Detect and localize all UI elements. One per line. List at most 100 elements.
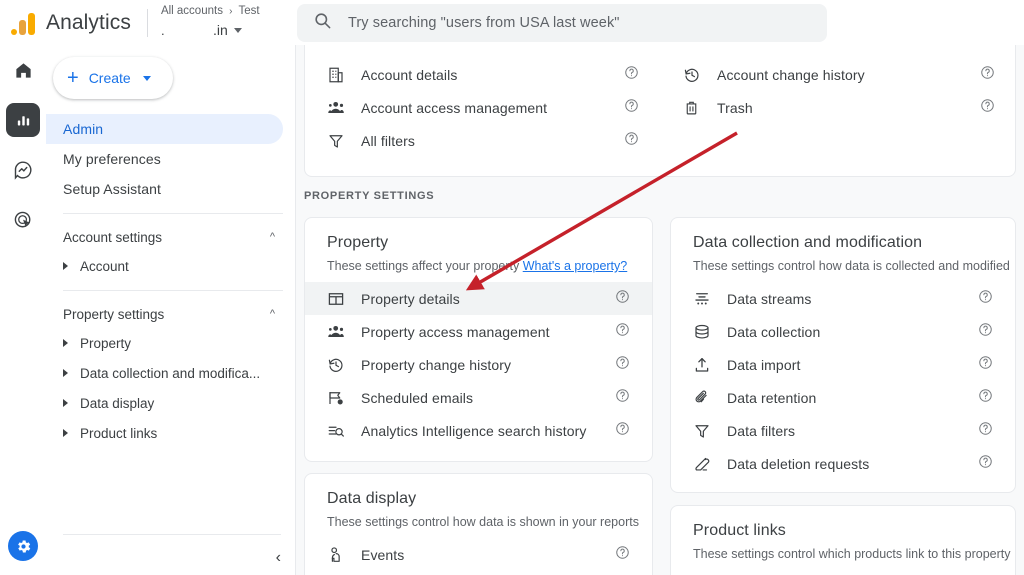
- create-button-label: Create: [89, 70, 131, 86]
- brand-title: Analytics: [46, 11, 147, 35]
- chevron-left-icon: ‹: [276, 549, 281, 566]
- card-subtitle: These settings control which products li…: [671, 540, 1015, 570]
- sidebar-item-product-links[interactable]: Product links: [46, 418, 295, 448]
- create-button[interactable]: + Create: [53, 57, 173, 99]
- help-icon[interactable]: [615, 355, 630, 375]
- help-icon[interactable]: [615, 289, 630, 309]
- property-selector-value[interactable]: . .in: [161, 22, 291, 38]
- help-icon[interactable]: [978, 454, 993, 474]
- row-property-details[interactable]: Property details: [305, 282, 652, 315]
- sidebar-item-label: Data collection and modifica...: [80, 366, 260, 381]
- row-label: All filters: [361, 133, 624, 149]
- row-label: Data retention: [727, 390, 978, 406]
- sidebar-bottom-divider: [63, 534, 281, 535]
- home-icon: [14, 61, 33, 80]
- help-icon[interactable]: [978, 421, 993, 441]
- chevron-right-icon: [63, 399, 68, 407]
- row-data-retention[interactable]: Data retention: [671, 381, 1015, 414]
- row-scheduled-emails[interactable]: Scheduled emails: [305, 381, 652, 414]
- account-property-selector[interactable]: All accounts › Test . .in: [148, 0, 290, 45]
- breadcrumb-separator: ›: [229, 6, 232, 17]
- sidebar-item-my-preferences[interactable]: My preferences: [46, 144, 283, 174]
- card-subtitle: These settings control how data is colle…: [671, 252, 1015, 282]
- sidebar-group-property-settings[interactable]: Property settings ^: [46, 300, 295, 328]
- help-icon[interactable]: [978, 289, 993, 309]
- row-data-streams[interactable]: Data streams: [671, 282, 1015, 315]
- chevron-down-icon: [143, 76, 151, 81]
- account-settings-card: These settings affect your analytics acc…: [304, 45, 1016, 177]
- row-data-collection[interactable]: Data collection: [671, 315, 1015, 348]
- help-icon[interactable]: [978, 355, 993, 375]
- row-property-change-history[interactable]: Property change history: [305, 348, 652, 381]
- history-icon: [327, 356, 361, 374]
- help-icon[interactable]: [624, 65, 639, 85]
- row-data-deletion-requests[interactable]: Data deletion requests: [671, 447, 1015, 480]
- collapse-sidebar-button[interactable]: ‹: [276, 549, 281, 567]
- left-icon-rail: [0, 45, 46, 575]
- upload-icon: [693, 356, 727, 374]
- sidebar-item-label: Admin: [63, 121, 103, 137]
- sidebar-item-property[interactable]: Property: [46, 328, 295, 358]
- row-label: Data collection: [727, 324, 978, 340]
- property-card: Property These settings affect your prop…: [304, 217, 653, 462]
- row-trash[interactable]: Trash: [661, 91, 1017, 124]
- row-data-import[interactable]: Data import: [671, 348, 1015, 381]
- chevron-down-icon[interactable]: [234, 28, 242, 33]
- row-account-access-management[interactable]: Account access management: [305, 91, 661, 124]
- chevron-up-icon[interactable]: ^: [270, 308, 275, 320]
- row-analytics-intelligence-search-history[interactable]: Analytics Intelligence search history: [305, 414, 652, 447]
- row-property-access-management[interactable]: Property access management: [305, 315, 652, 348]
- help-icon[interactable]: [624, 98, 639, 118]
- sidebar-group-account-settings[interactable]: Account settings ^: [46, 223, 295, 251]
- row-label: Trash: [717, 100, 980, 116]
- breadcrumb-account-name[interactable]: Test: [239, 5, 260, 17]
- sidebar-divider: [63, 213, 283, 214]
- rail-item-reports[interactable]: [6, 103, 40, 137]
- search-bar[interactable]: Try searching "users from USA last week": [297, 4, 827, 42]
- analytics-logo[interactable]: [0, 11, 46, 35]
- chevron-right-icon: [63, 429, 68, 437]
- row-events[interactable]: Events: [305, 538, 652, 571]
- data-display-card: Data display These settings control how …: [304, 473, 653, 575]
- search-history-icon: [327, 422, 361, 440]
- admin-gear-button[interactable]: [8, 531, 38, 561]
- row-label: Analytics Intelligence search history: [361, 423, 615, 439]
- breadcrumb-all-accounts[interactable]: All accounts: [161, 5, 223, 17]
- sidebar-item-setup-assistant[interactable]: Setup Assistant: [46, 174, 283, 204]
- account-settings-left-column: Account details: [305, 58, 661, 157]
- help-icon[interactable]: [980, 65, 995, 85]
- row-all-filters[interactable]: All filters: [305, 124, 661, 157]
- sidebar-item-account[interactable]: Account: [46, 251, 295, 281]
- row-data-filters[interactable]: Data filters: [671, 414, 1015, 447]
- help-icon[interactable]: [980, 98, 995, 118]
- help-icon[interactable]: [615, 388, 630, 408]
- sidebar-item-data-collection[interactable]: Data collection and modifica...: [46, 358, 295, 388]
- help-icon[interactable]: [615, 421, 630, 441]
- row-label: Data deletion requests: [727, 456, 978, 472]
- rail-item-home[interactable]: [6, 53, 40, 87]
- row-account-details[interactable]: Account details: [305, 58, 661, 91]
- search-icon: [313, 11, 332, 35]
- sidebar-item-admin[interactable]: Admin: [46, 114, 283, 144]
- help-icon[interactable]: [978, 322, 993, 342]
- help-icon[interactable]: [615, 322, 630, 342]
- rail-item-advertising[interactable]: [6, 203, 40, 237]
- trash-icon: [683, 99, 717, 116]
- whats-a-property-link[interactable]: What's a property?: [523, 259, 628, 273]
- chevron-right-icon: [63, 339, 68, 347]
- sidebar-nav-panel: + Create Admin My preferences Setup Assi…: [46, 45, 296, 575]
- search-input[interactable]: Try searching "users from USA last week": [348, 15, 620, 31]
- row-label: Data import: [727, 357, 978, 373]
- explore-icon: [13, 160, 33, 180]
- breadcrumb: All accounts › Test: [161, 5, 260, 17]
- chevron-up-icon[interactable]: ^: [270, 231, 275, 243]
- building-icon: [327, 66, 361, 84]
- help-icon[interactable]: [624, 131, 639, 151]
- help-icon[interactable]: [978, 388, 993, 408]
- row-account-change-history[interactable]: Account change history: [661, 58, 1017, 91]
- help-icon[interactable]: [615, 545, 630, 565]
- rail-item-explore[interactable]: [6, 153, 40, 187]
- card-title: Product links: [671, 506, 1015, 540]
- filter-icon: [327, 132, 361, 150]
- sidebar-item-data-display[interactable]: Data display: [46, 388, 295, 418]
